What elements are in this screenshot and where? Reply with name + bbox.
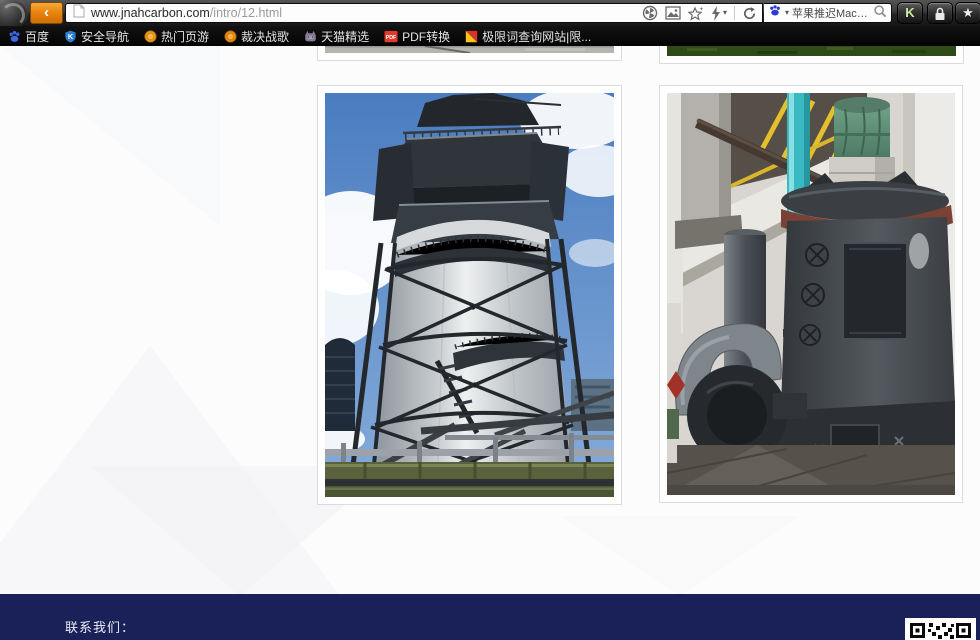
address-bar-actions: ▾ bbox=[642, 5, 762, 21]
photo-green-grass bbox=[667, 46, 956, 56]
photo-frame-tower bbox=[317, 85, 622, 505]
svg-text:K: K bbox=[68, 31, 74, 40]
address-bar[interactable]: www.jnahcarbon.com/intro/12.html ▾ bbox=[65, 3, 763, 23]
browser-window: ‹ www.jnahcarbon.com/intro/12.html ▾ bbox=[0, 0, 980, 640]
coin-icon bbox=[224, 30, 237, 43]
webpage-viewport bbox=[0, 46, 980, 594]
floor bbox=[667, 445, 955, 495]
photo-frame-mill bbox=[659, 85, 963, 503]
page-footer: 联系我们： bbox=[0, 594, 980, 640]
background-polygon bbox=[560, 516, 800, 594]
mill-machine bbox=[763, 181, 955, 491]
chevron-down-icon: ▾ bbox=[723, 9, 727, 17]
pdf-icon: PDF bbox=[384, 30, 398, 43]
bookmark-star-button[interactable]: ★ bbox=[955, 2, 980, 24]
orb-swirl-icon bbox=[1, 3, 25, 27]
bookmark-game-verdict[interactable]: 裁决战歌 bbox=[224, 28, 289, 45]
refresh-icon[interactable] bbox=[742, 6, 757, 21]
bookmark-baidu[interactable]: 百度 bbox=[8, 28, 49, 45]
photo-frame-concrete-partial bbox=[317, 46, 622, 61]
bookmark-pdf-convert[interactable]: PDF PDF转换 bbox=[384, 28, 450, 45]
url-path: /intro/12.html bbox=[210, 6, 282, 20]
photo-absorption-tower bbox=[325, 93, 614, 497]
contact-us-label: 联系我们： bbox=[65, 617, 135, 636]
url-host: www.jnahcarbon.com bbox=[91, 6, 210, 20]
favorite-star-icon[interactable] bbox=[688, 6, 704, 21]
url-text: www.jnahcarbon.com/intro/12.html bbox=[91, 6, 282, 20]
bookmark-safe-nav[interactable]: K 安全导航 bbox=[64, 28, 129, 45]
photo-frame-grass-partial bbox=[659, 46, 964, 64]
k-extension-button[interactable]: K bbox=[897, 2, 923, 24]
bookmark-limit-words[interactable]: 极限词查询网站|限... bbox=[465, 28, 591, 45]
baidu-paw-icon bbox=[8, 30, 21, 43]
extension-lightning-icon[interactable]: ▾ bbox=[711, 6, 727, 21]
photo-mill-machine bbox=[667, 93, 955, 495]
browser-menu-orb[interactable] bbox=[0, 0, 28, 29]
image-mode-icon[interactable] bbox=[665, 6, 681, 20]
fan-blocker-icon[interactable] bbox=[642, 5, 658, 21]
diagonal-flag-icon bbox=[465, 30, 478, 43]
page-icon bbox=[73, 4, 85, 23]
bookmark-hot-games[interactable]: 热门页游 bbox=[144, 28, 209, 45]
background-polygon bbox=[0, 46, 220, 226]
toolbar-divider bbox=[734, 6, 735, 20]
tarp-wrapped-cylinder bbox=[834, 97, 890, 157]
search-input[interactable]: ▾ 苹果推迟MacBook... bbox=[764, 3, 892, 23]
bookmarks-bar: 百度 K 安全导航 热门页游 裁决战歌 天猫精选 PDF PDF转换 极限词查询… bbox=[0, 26, 980, 46]
tmall-cat-icon bbox=[304, 30, 317, 43]
browser-toolbar: ‹ www.jnahcarbon.com/intro/12.html ▾ bbox=[0, 0, 980, 26]
shield-icon: K bbox=[64, 30, 77, 43]
coin-icon bbox=[144, 30, 157, 43]
left-silo bbox=[325, 338, 355, 431]
back-button[interactable]: ‹ bbox=[30, 2, 63, 24]
search-magnifier-icon[interactable] bbox=[873, 4, 887, 23]
photo-concrete-ground bbox=[325, 46, 614, 53]
search-engine-chevron-icon[interactable]: ▾ bbox=[785, 9, 789, 17]
search-placeholder-text: 苹果推迟MacBook... bbox=[792, 5, 873, 21]
lock-button[interactable] bbox=[927, 2, 953, 24]
qr-code bbox=[905, 618, 976, 640]
svg-text:PDF: PDF bbox=[386, 34, 397, 40]
baidu-paw-icon bbox=[768, 4, 782, 22]
lock-icon bbox=[934, 7, 946, 21]
bookmark-tmall[interactable]: 天猫精选 bbox=[304, 28, 369, 45]
